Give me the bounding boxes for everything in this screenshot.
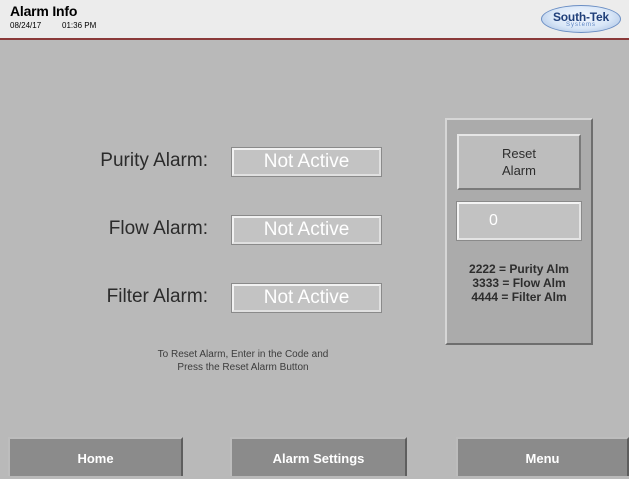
code-purity: 2222 = Purity Alm xyxy=(469,262,569,276)
reset-button-line-1: Reset xyxy=(502,146,536,161)
flow-alarm-label: Flow Alarm: xyxy=(108,218,208,239)
reset-alarm-button[interactable]: Reset Alarm xyxy=(457,134,581,190)
filter-alarm-status: Not Active xyxy=(231,283,382,313)
flow-alarm-status: Not Active xyxy=(231,215,382,245)
page-title: Alarm Info xyxy=(10,3,78,19)
header-bar: Alarm Info 08/24/17 01:36 PM South-Tek S… xyxy=(0,0,629,40)
logo-sub-text: Systems xyxy=(565,22,596,28)
reset-button-line-2: Alarm xyxy=(502,163,536,178)
menu-button[interactable]: Menu xyxy=(456,437,629,476)
reset-code-input[interactable]: 0 xyxy=(456,201,582,241)
reset-panel: Reset Alarm 0 2222 = Purity Alm 3333 = F… xyxy=(445,118,593,345)
south-tek-logo: South-Tek Systems xyxy=(541,5,621,33)
reset-code-legend: 2222 = Purity Alm 3333 = Flow Alm 4444 =… xyxy=(447,262,591,304)
home-button[interactable]: Home xyxy=(8,437,183,476)
purity-alarm-status: Not Active xyxy=(231,147,382,177)
alarm-settings-button[interactable]: Alarm Settings xyxy=(230,437,407,476)
purity-alarm-label: Purity Alarm: xyxy=(100,150,208,171)
time-display: 01:36 PM xyxy=(62,21,97,30)
filter-alarm-label: Filter Alarm: xyxy=(106,286,208,307)
reset-instructions: To Reset Alarm, Enter in the Code and Pr… xyxy=(108,348,378,374)
instructions-line-1: To Reset Alarm, Enter in the Code and xyxy=(157,349,329,360)
date-display: 08/24/17 xyxy=(10,21,42,30)
code-filter: 4444 = Filter Alm xyxy=(471,290,567,304)
code-flow: 3333 = Flow Alm xyxy=(472,276,566,290)
instructions-line-2: Press the Reset Alarm Button xyxy=(177,362,309,373)
